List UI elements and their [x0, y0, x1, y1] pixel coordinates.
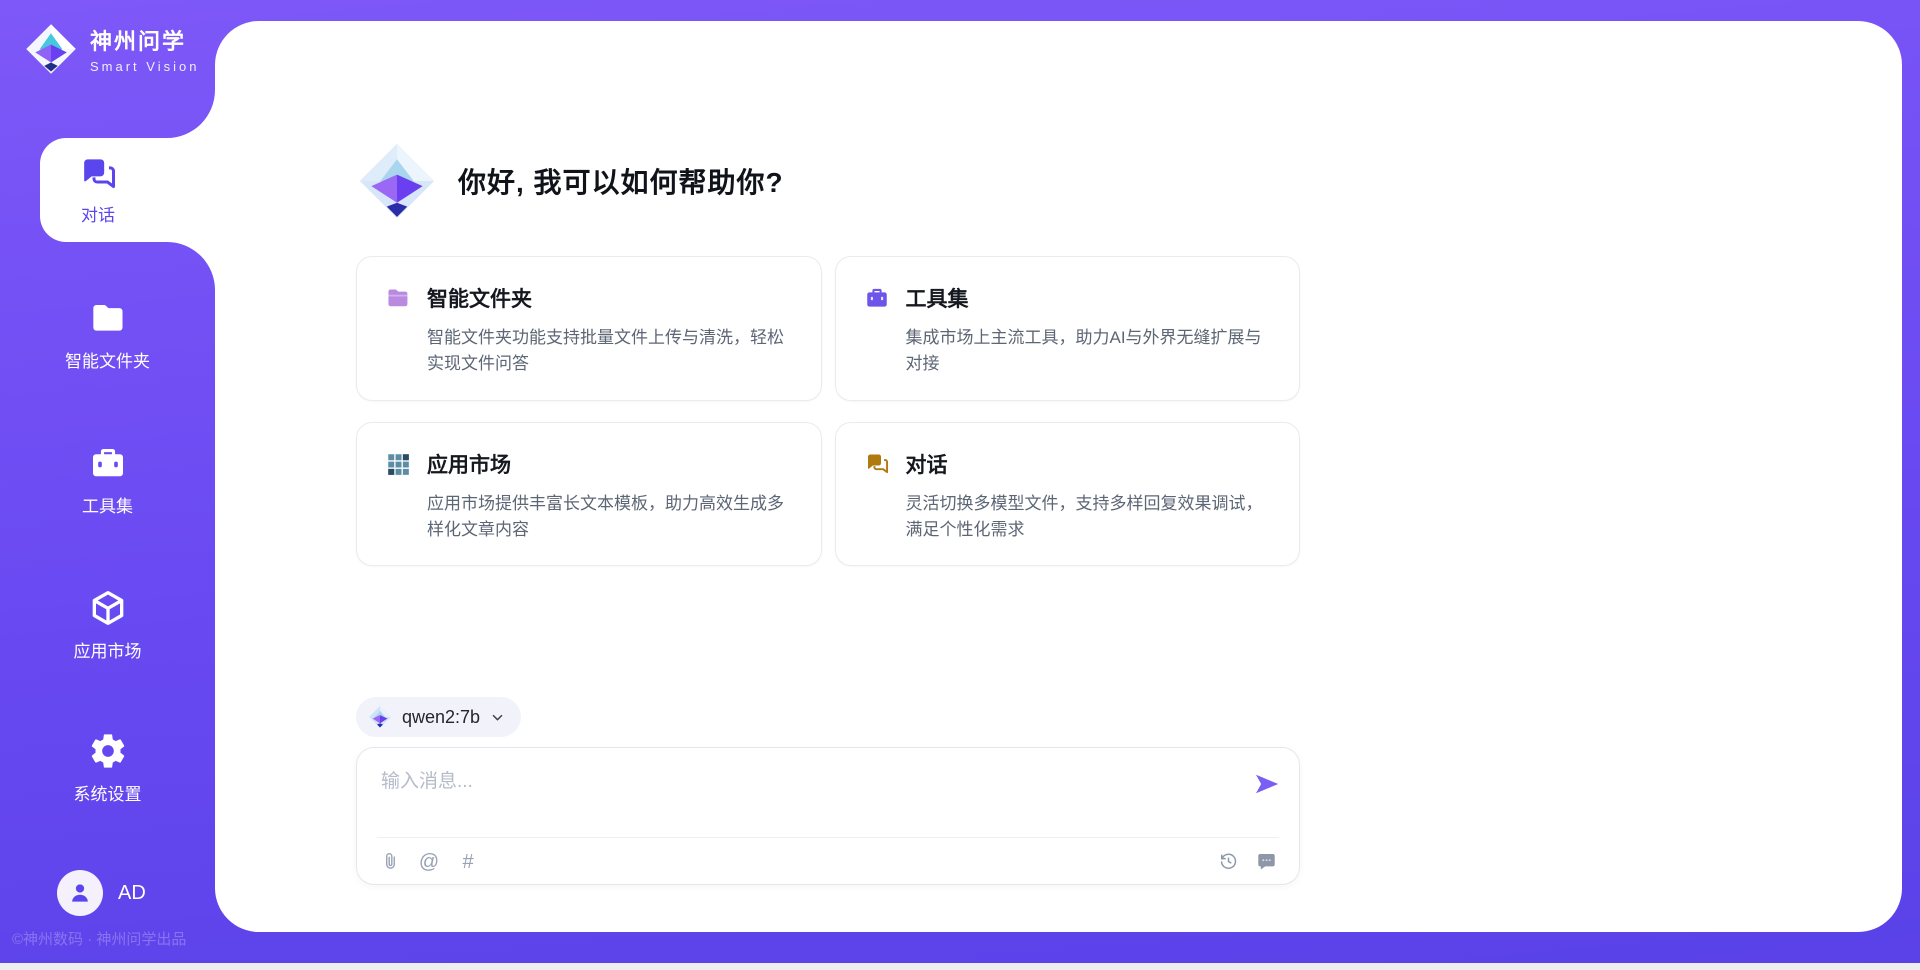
brand-diamond-icon [24, 22, 78, 76]
card-title: 应用市场 [427, 449, 511, 479]
card-title: 对话 [906, 449, 948, 479]
sidebar-item-smart-folder[interactable]: 智能文件夹 [0, 298, 215, 372]
card-description: 应用市场提供丰富长文本模板，助力高效生成多样化文章内容 [427, 491, 793, 544]
card-chat[interactable]: 对话 灵活切换多模型文件，支持多样回复效果调试，满足个性化需求 [835, 422, 1301, 567]
card-title: 智能文件夹 [427, 283, 532, 313]
cube-icon [88, 588, 128, 628]
card-app-market[interactable]: 应用市场 应用市场提供丰富长文本模板，助力高效生成多样化文章内容 [356, 422, 822, 567]
gear-icon [88, 731, 128, 771]
user-icon [67, 880, 93, 906]
main-content: 你好, 我可以如何帮助你? 智能文件夹 智能文件夹功能支持批量文件上传与清洗，轻… [356, 0, 1300, 911]
folder-icon [385, 285, 411, 311]
brand-name: 神州问学 [90, 24, 199, 56]
sidebar-item-label: 智能文件夹 [65, 347, 150, 372]
user-profile[interactable]: AD [57, 870, 146, 916]
chevron-down-icon [490, 710, 505, 725]
card-smart-folder[interactable]: 智能文件夹 智能文件夹功能支持批量文件上传与清洗，轻松实现文件问答 [356, 256, 822, 401]
send-icon[interactable] [1253, 770, 1281, 798]
scrollbar-track[interactable] [0, 963, 1920, 970]
composer-toolbar: @ # [379, 838, 1277, 885]
history-icon[interactable] [1217, 851, 1239, 873]
tab-fillet-top [167, 90, 215, 138]
card-description: 灵活切换多模型文件，支持多样回复效果调试，满足个性化需求 [906, 491, 1272, 544]
card-toolset[interactable]: 工具集 集成市场上主流工具，助力AI与外界无缝扩展与对接 [835, 256, 1301, 401]
card-title: 工具集 [906, 283, 969, 313]
folder-icon [88, 298, 128, 338]
sidebar-item-app-market[interactable]: 应用市场 [0, 588, 215, 662]
topic-icon[interactable]: # [457, 851, 479, 873]
sidebar-item-label: 应用市场 [74, 637, 142, 662]
app-root: 神州问学 Smart Vision 对话 智能文件夹 工具集 [0, 0, 1920, 970]
sidebar-item-label: 对话 [81, 201, 115, 226]
chat-icon [864, 451, 890, 477]
assistant-logo-icon [356, 140, 438, 222]
sidebar-item-label: 工具集 [82, 492, 133, 517]
tab-fillet-bottom [167, 242, 215, 290]
copyright-text: ©神州数码 · 神州问学出品 [12, 928, 232, 949]
card-description: 智能文件夹功能支持批量文件上传与清洗，轻松实现文件问答 [427, 325, 793, 378]
toolbox-icon [864, 285, 890, 311]
sidebar-item-toolset[interactable]: 工具集 [0, 443, 215, 517]
feature-cards: 智能文件夹 智能文件夹功能支持批量文件上传与清洗，轻松实现文件问答 工具集 集成… [356, 256, 1300, 566]
attach-icon[interactable] [379, 851, 401, 873]
sidebar-item-chat[interactable]: 对话 [40, 138, 230, 242]
message-composer: @ # [356, 747, 1300, 885]
message-input[interactable] [381, 766, 1241, 828]
model-name: qwen2:7b [402, 707, 480, 728]
feedback-icon[interactable] [1255, 851, 1277, 873]
avatar [57, 870, 103, 916]
grid-icon [385, 451, 411, 477]
model-logo-icon [368, 705, 392, 729]
user-name: AD [118, 882, 146, 905]
sidebar-item-settings[interactable]: 系统设置 [0, 731, 215, 805]
sidebar-item-label: 系统设置 [74, 780, 142, 805]
brand-subtitle: Smart Vision [90, 59, 199, 74]
toolbox-icon [88, 443, 128, 483]
mention-icon[interactable]: @ [418, 851, 440, 873]
card-description: 集成市场上主流工具，助力AI与外界无缝扩展与对接 [906, 325, 1272, 378]
model-selector[interactable]: qwen2:7b [356, 697, 521, 737]
greeting-text: 你好, 我可以如何帮助你? [458, 161, 784, 201]
greeting: 你好, 我可以如何帮助你? [356, 140, 784, 222]
chat-icon [78, 154, 118, 194]
brand[interactable]: 神州问学 Smart Vision [24, 22, 199, 76]
